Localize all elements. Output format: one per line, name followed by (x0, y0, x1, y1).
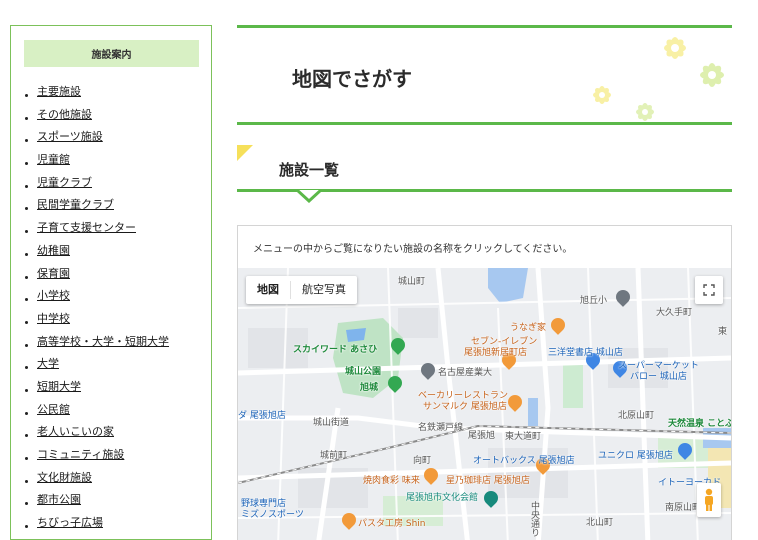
map-label: 天然温泉 ことぶ (668, 419, 731, 429)
sidebar-link-high-school[interactable]: 高等学校・大学・短期大学 (37, 335, 169, 348)
sidebar-item-city-park: 都市公園 (11, 489, 211, 512)
sidebar-item-nursery: 保育園 (11, 263, 211, 286)
flower-decoration-icon (593, 37, 724, 121)
map-label: 城山街道 (313, 418, 350, 428)
sidebar-link-kids-plaza[interactable]: ちびっ子広場 (37, 516, 103, 529)
map-label: バロー 城山店 (630, 372, 687, 382)
sidebar-item-kids-plaza: ちびっ子広場 (11, 512, 211, 535)
map-label: サンマルク 尾張旭店 (423, 402, 507, 412)
sidebar-link-private-afterschool[interactable]: 民間学童クラブ (37, 198, 114, 211)
map-label: ミズノスポーツ (241, 510, 304, 520)
sidebar-item-junior-college: 短期大学 (11, 376, 211, 399)
map-label: 向町 (413, 456, 432, 466)
sidebar-link-junior-college[interactable]: 短期大学 (37, 380, 81, 393)
sidebar-link-childrens-hall[interactable]: 児童館 (37, 153, 70, 166)
fullscreen-button[interactable] (695, 276, 723, 304)
fullscreen-icon (703, 284, 715, 296)
map-label: 焼肉食彩 味来 (363, 476, 420, 486)
map-label: スカイワード あさひ (293, 345, 378, 355)
sidebar-link-city-park[interactable]: 都市公園 (37, 493, 81, 506)
sidebar-link-community-facility[interactable]: コミュニティ施設 (37, 448, 124, 461)
section-heading: 施設一覧 (279, 161, 340, 179)
street-view-button[interactable] (697, 483, 721, 517)
map-label: 中央通り (529, 501, 539, 537)
map-label: 南原山町 (665, 503, 702, 513)
section-heading-box: 施設一覧 (237, 143, 732, 203)
map-label: 尾張旭 (468, 431, 496, 441)
map-label: ユニクロ 尾張旭店 (598, 451, 673, 461)
map-type-roadmap-button[interactable]: 地図 (246, 276, 290, 304)
map-label: ダ 尾張旭店 (238, 411, 286, 421)
map-label: 大久手町 (656, 308, 693, 318)
sidebar-link-nursery[interactable]: 保育園 (37, 267, 70, 280)
chevron-down-icon (297, 189, 321, 203)
page-title-box: 地図でさがす (237, 25, 732, 125)
map-label: 名古屋産業大 (438, 368, 493, 378)
sidebar-item-elementary: 小学校 (11, 285, 211, 308)
sidebar-item-childcare-support: 子育て支援センター (11, 217, 211, 240)
sidebar-item-community-hall: 公民館 (11, 399, 211, 422)
sidebar-heading: 施設案内 (24, 40, 199, 67)
map-label: 尾張旭新居町店 (464, 348, 528, 358)
sidebar-item-junior-high: 中学校 (11, 308, 211, 331)
sidebar-link-university[interactable]: 大学 (37, 357, 59, 370)
map-type-control: 地図 航空写真 (246, 276, 357, 304)
sidebar-item-kindergarten: 幼稚園 (11, 240, 211, 263)
sidebar-link-cultural-property[interactable]: 文化財施設 (37, 471, 92, 484)
sidebar-item-community-facility: コミュニティ施設 (11, 444, 211, 467)
map-label: 旭丘小 (580, 296, 608, 306)
map-label: 北原山町 (618, 411, 655, 421)
sidebar-list: 主要施設 その他施設 スポーツ施設 児童館 児童クラブ 民間学童クラブ 子育て支… (11, 81, 211, 535)
sidebar-item-high-school: 高等学校・大学・短期大学 (11, 331, 211, 354)
map-label: 城山町 (398, 277, 426, 287)
map-type-satellite-button[interactable]: 航空写真 (291, 276, 357, 304)
pegman-icon (705, 488, 713, 511)
map-label: オートバックス 尾張旭店 (473, 456, 575, 466)
sidebar-item-sports-facilities: スポーツ施設 (11, 126, 211, 149)
map-label: 名鉄瀬戸線 (418, 423, 464, 433)
map-label: 北山町 (586, 518, 614, 528)
map-label: パスタ工房 Shin (358, 519, 426, 529)
sidebar-item-childrens-club: 児童クラブ (11, 172, 211, 195)
map-label: 星乃珈琲店 尾張旭店 (446, 476, 530, 486)
map-description: メニューの中からご覧になりたい施設の名称をクリックしてください。 (253, 244, 573, 255)
sidebar-item-cultural-property: 文化財施設 (11, 467, 211, 490)
sidebar-link-elderly-house[interactable]: 老人いこいの家 (37, 425, 114, 438)
map-label: 旭城 (360, 383, 379, 393)
sidebar-item-elderly-house: 老人いこいの家 (11, 421, 211, 444)
sidebar-item-main-facilities: 主要施設 (11, 81, 211, 104)
sidebar-item-childrens-hall: 児童館 (11, 149, 211, 172)
map-label: うなぎ家 (510, 323, 547, 333)
sidebar-item-private-afterschool: 民間学童クラブ (11, 194, 211, 217)
sidebar-link-kindergarten[interactable]: 幼稚園 (37, 244, 70, 257)
map-label: 三洋堂書店 城山店 (548, 348, 623, 358)
map-label: 東大道町 (505, 432, 542, 442)
sidebar-item-other-facilities: その他施設 (11, 104, 211, 127)
sidebar-link-other-facilities[interactable]: その他施設 (37, 108, 92, 121)
sidebar-link-childcare-support[interactable]: 子育て支援センター (37, 221, 136, 234)
map-label: 東 (718, 327, 728, 337)
sidebar-link-elementary[interactable]: 小学校 (37, 289, 70, 302)
facility-map[interactable]: 城山町 旭丘小 大久手町 東 うなぎ家 セブン-イレブン 尾張旭新居町店 三洋堂… (238, 268, 731, 540)
main-content: 地図でさがす 施設一覧 メニューの中からご覧になりたい施設の名称をクリックしてく… (237, 25, 732, 540)
map-panel: メニューの中からご覧になりたい施設の名称をクリックしてください。 城山町 旭丘小… (237, 225, 732, 540)
map-label: 城前町 (320, 451, 348, 461)
sidebar-link-childrens-club[interactable]: 児童クラブ (37, 176, 92, 189)
sidebar-item-university: 大学 (11, 353, 211, 376)
sidebar-link-junior-high[interactable]: 中学校 (37, 312, 70, 325)
sidebar-link-main-facilities[interactable]: 主要施設 (37, 85, 81, 98)
sidebar-link-community-hall[interactable]: 公民館 (37, 403, 70, 416)
page-title: 地図でさがす (292, 67, 412, 91)
sidebar-link-sports-facilities[interactable]: スポーツ施設 (37, 130, 103, 143)
yellow-corner-icon (237, 145, 253, 161)
map-label: 尾張旭市文化会館 (406, 493, 479, 503)
map-label: 城山公園 (345, 367, 382, 377)
facility-sidebar: 施設案内 主要施設 その他施設 スポーツ施設 児童館 児童クラブ 民間学童クラブ… (10, 25, 212, 540)
